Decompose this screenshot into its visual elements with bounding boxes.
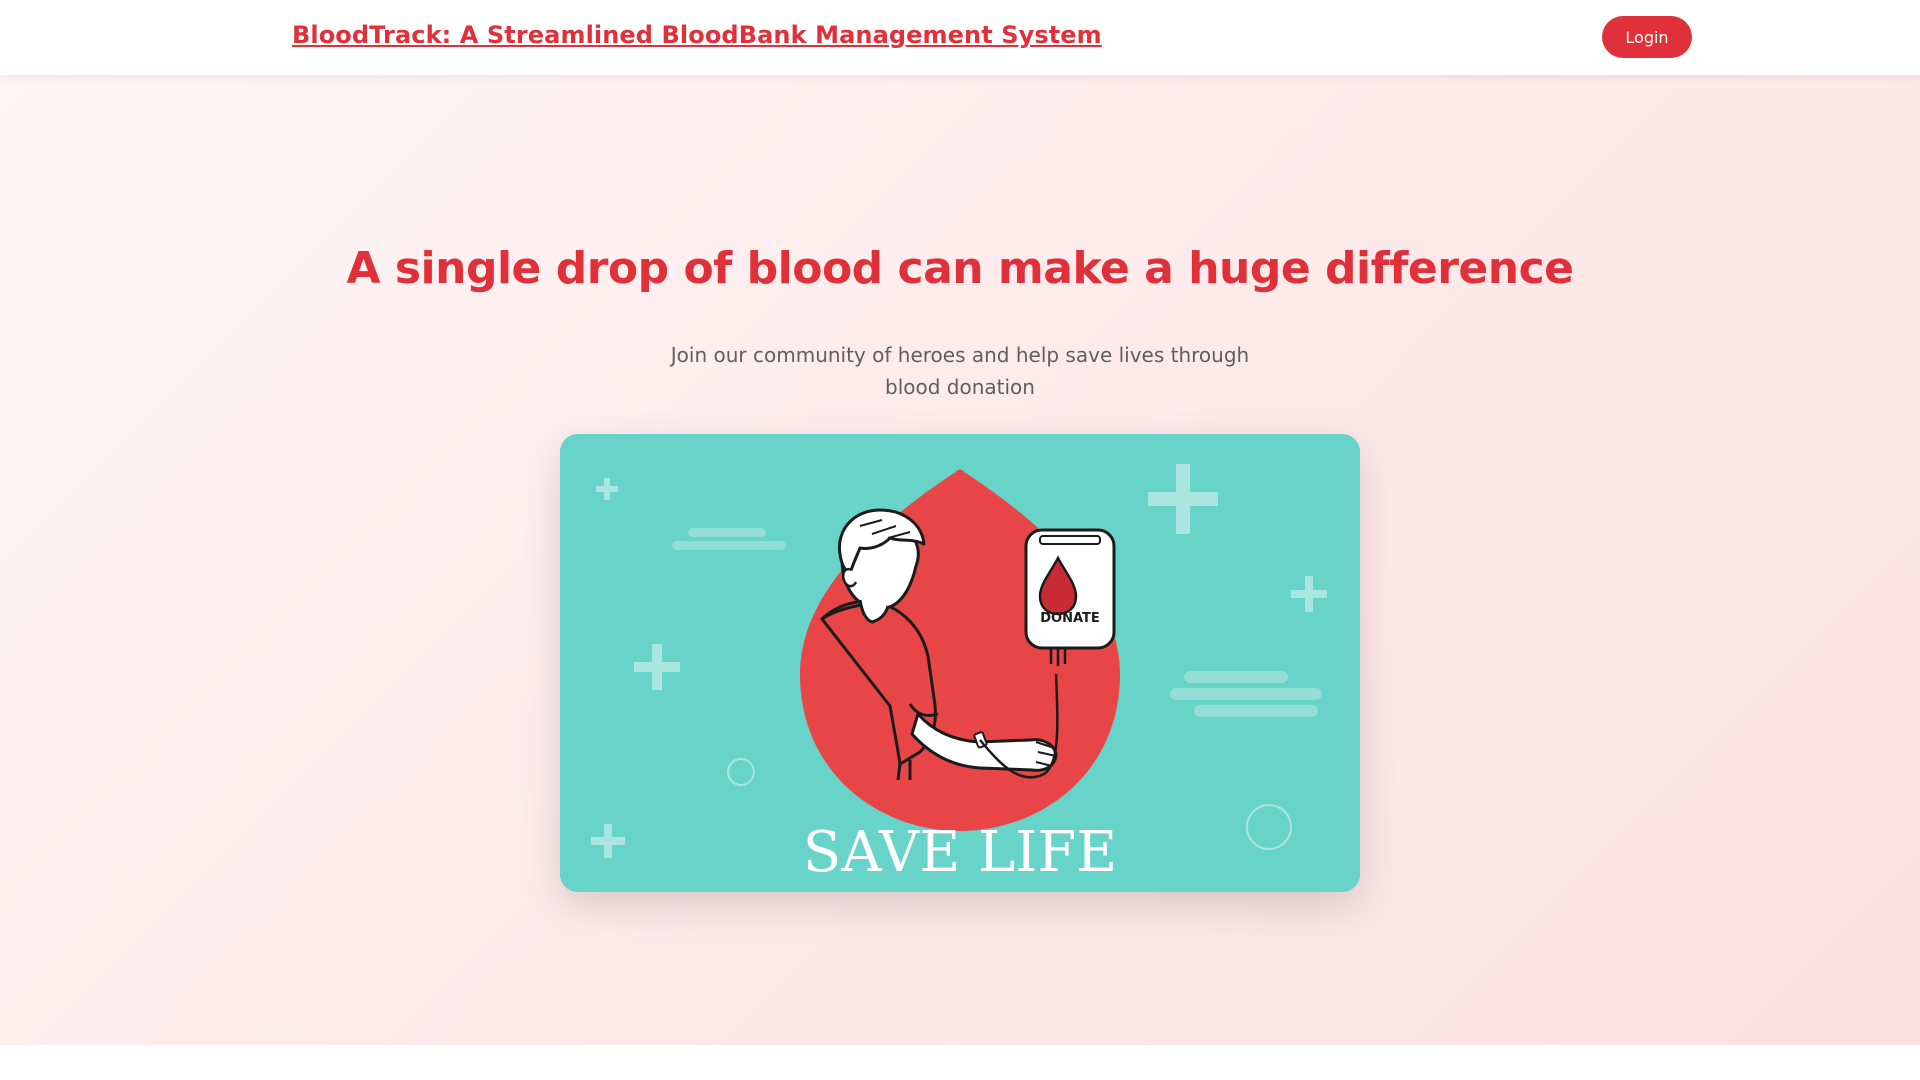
hero-section: A single drop of blood can make a huge d…: [0, 75, 1920, 1045]
save-life-caption: SAVE LIFE: [803, 820, 1117, 885]
blood-bag-icon: DONATE: [1024, 528, 1116, 666]
brand-link[interactable]: BloodTrack: A Streamlined BloodBank Mana…: [292, 21, 1102, 49]
bag-label: DONATE: [1040, 611, 1100, 626]
footer-strip: [0, 1045, 1920, 1080]
hero-title: A single drop of blood can make a huge d…: [346, 243, 1575, 294]
save-life-illustration: DONATE SAVE LIFE: [560, 434, 1360, 892]
navbar: BloodTrack: A Streamlined BloodBank Mana…: [0, 0, 1920, 75]
login-button[interactable]: Login: [1602, 16, 1692, 58]
hero-subtitle: Join our community of heroes and help sa…: [670, 343, 1250, 399]
